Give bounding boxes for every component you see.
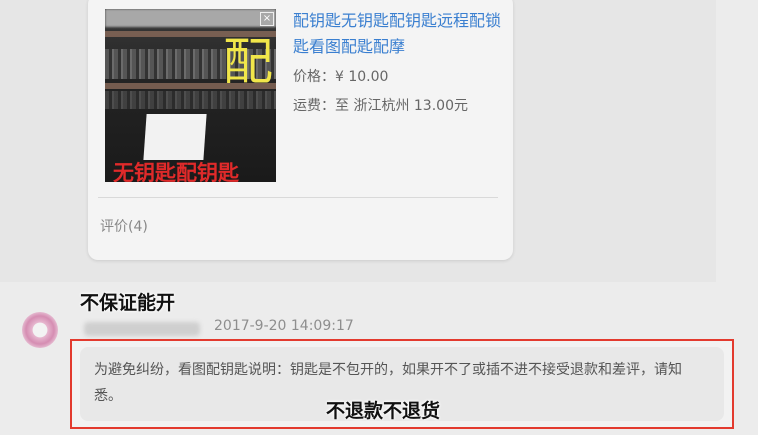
avatar[interactable] (22, 312, 58, 348)
close-icon: × (260, 12, 274, 26)
card-divider (98, 197, 498, 198)
blurred-watermark (105, 9, 276, 27)
price-label: 价格： (293, 69, 335, 85)
product-title-link[interactable]: 配钥匙无钥匙配钥匙远程配锁匙看图配匙配摩 (293, 8, 503, 60)
image-caption: 无钥匙配钥匙 (113, 160, 239, 182)
annotation-top: 不保证能开 (80, 292, 176, 314)
image-overlay-char: 配 (223, 33, 273, 91)
shipping-line: 运费：至 浙江杭州 13.00元 (293, 93, 498, 119)
price-line: 价格：¥ 10.00 (293, 66, 388, 86)
shipping-label: 运费： (293, 98, 335, 114)
product-card[interactable]: × 配 无钥匙配钥匙 配钥匙无钥匙配钥匙远程配锁匙看图配匙配摩 价格：¥ 10.… (88, 0, 513, 260)
image-paper (143, 114, 207, 160)
image-shelf (105, 91, 276, 109)
shipping-value: 至 浙江杭州 13.00元 (335, 98, 468, 114)
price-value: ¥ 10.00 (335, 69, 389, 85)
annotation-bottom: 不退款不退货 (326, 400, 441, 422)
username-blurred (84, 322, 200, 336)
product-image[interactable]: × 配 无钥匙配钥匙 (105, 9, 276, 182)
comment-timestamp: 2017-9-20 14:09:17 (214, 318, 354, 334)
product-panel: × 配 无钥匙配钥匙 配钥匙无钥匙配钥匙远程配锁匙看图配匙配摩 价格：¥ 10.… (0, 0, 716, 282)
reviews-link[interactable]: 评价(4) (100, 216, 148, 236)
